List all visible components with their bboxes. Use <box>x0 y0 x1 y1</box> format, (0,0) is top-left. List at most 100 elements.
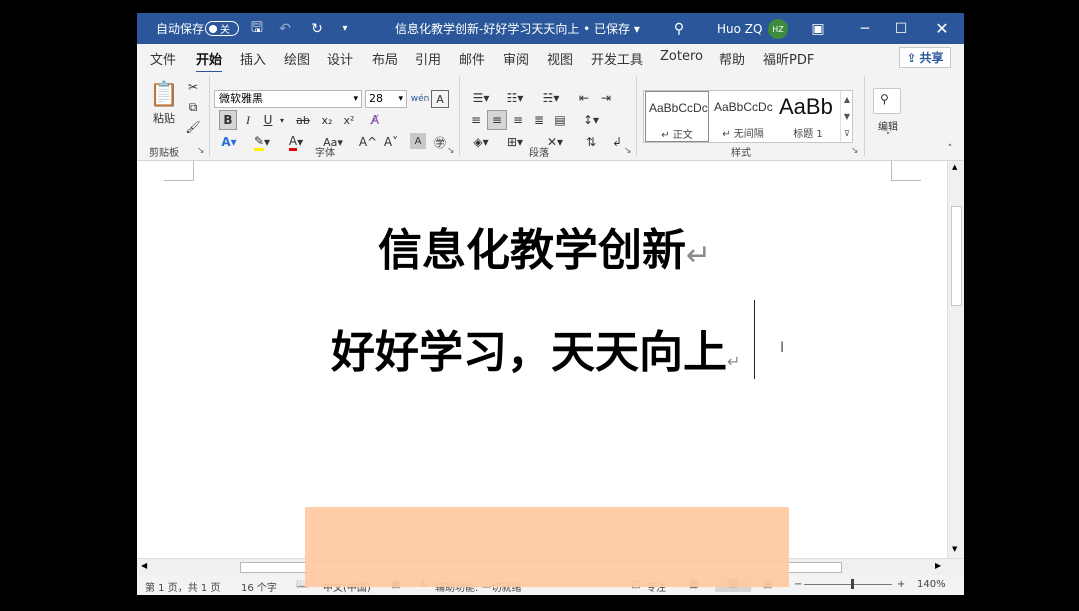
font-size-select[interactable]: 28 ▾ <box>365 90 407 108</box>
char-shading-icon[interactable]: A <box>410 133 426 149</box>
style-heading-1[interactable]: AaBb 标题 1 <box>776 91 840 142</box>
bullets-icon[interactable]: ☰▾ <box>467 88 495 108</box>
tab-help[interactable]: 帮助 <box>719 49 745 68</box>
font-launcher-icon[interactable]: ↘ <box>447 146 455 156</box>
vertical-scroll-thumb[interactable] <box>951 206 962 306</box>
quick-access-dropdown-icon[interactable]: ▾ <box>336 13 354 44</box>
divider <box>209 76 210 156</box>
tab-layout[interactable]: 布局 <box>372 49 398 68</box>
text-effects-icon[interactable]: A▾ <box>217 132 241 152</box>
tab-developer[interactable]: 开发工具 <box>591 49 643 68</box>
align-right-icon[interactable]: ≡ <box>509 110 527 130</box>
editing-label[interactable]: 编辑 <box>873 118 903 133</box>
font-group-label: 字体 <box>315 148 335 159</box>
decrease-indent-icon[interactable]: ⇤ <box>575 88 593 108</box>
char-border-icon[interactable]: A <box>431 90 449 108</box>
tab-draw[interactable]: 绘图 <box>284 49 310 68</box>
clear-formatting-icon[interactable]: A̸ <box>365 110 385 130</box>
scroll-up-icon[interactable]: ▲ <box>952 163 957 171</box>
search-button[interactable]: ⚲ <box>873 88 901 114</box>
underline-dropdown-icon[interactable]: ▾ <box>277 110 287 130</box>
line-spacing-icon[interactable]: ↕▾ <box>577 110 605 130</box>
phonetic-guide-icon[interactable]: wén <box>411 89 430 109</box>
strikethrough-button[interactable]: ab <box>292 110 314 130</box>
autosave-toggle[interactable]: 关 <box>205 21 239 36</box>
borders-icon[interactable]: ⊞▾ <box>501 132 529 152</box>
share-button[interactable]: ⇪ 共享 <box>899 47 951 68</box>
scroll-right-icon[interactable]: ▶ <box>935 561 941 570</box>
paragraph-launcher-icon[interactable]: ↘ <box>624 146 632 156</box>
font-name-select[interactable]: 微软雅黑 ▾ <box>214 90 362 108</box>
shading-icon[interactable]: ◈▾ <box>467 132 495 152</box>
vertical-scrollbar[interactable]: ▲ ▼ <box>947 161 964 558</box>
tab-zotero[interactable]: Zotero <box>660 49 703 64</box>
zoom-slider[interactable] <box>804 584 892 585</box>
align-center-icon[interactable]: ≡ <box>487 110 507 130</box>
style-normal[interactable]: AaBbCcDc ↵ 正文 <box>645 91 709 142</box>
autosave-label: 自动保存 <box>156 22 205 36</box>
undo-icon[interactable]: ↶ <box>276 13 294 44</box>
search-icon[interactable]: ⚲ <box>670 13 688 44</box>
scroll-left-icon[interactable]: ◀ <box>141 561 147 570</box>
grow-font-button[interactable]: A^ <box>359 132 377 152</box>
style-no-spacing[interactable]: AaBbCcDc ↵ 无间隔 <box>711 91 775 142</box>
tab-mailings[interactable]: 邮件 <box>459 49 485 68</box>
tab-review[interactable]: 审阅 <box>503 49 529 68</box>
ribbon-display-icon[interactable]: ▣ <box>809 13 827 44</box>
justify-icon[interactable]: ≣ <box>530 110 548 130</box>
avatar[interactable]: HZ <box>768 19 788 39</box>
tab-design[interactable]: 设计 <box>327 49 353 68</box>
document-title[interactable]: 信息化教学创新-好好学习天天向上 • 已保存 ▾ <box>395 13 640 44</box>
document-heading[interactable]: 信息化教学创新↵ <box>378 214 711 278</box>
copy-icon[interactable]: ⧉ <box>185 99 201 115</box>
tab-insert[interactable]: 插入 <box>240 49 266 68</box>
scroll-down-icon[interactable]: ▼ <box>952 545 957 553</box>
zoom-level[interactable]: 140% <box>917 579 946 590</box>
zoom-out-icon[interactable]: − <box>794 579 802 590</box>
document-subtitle[interactable]: 好好学习，天天向上↵ <box>331 316 740 380</box>
zoom-in-icon[interactable]: + <box>897 579 905 590</box>
collapse-ribbon-icon[interactable]: ˄ <box>943 144 957 154</box>
paragraph-mark: ↵ <box>686 238 712 273</box>
numbering-icon[interactable]: ☷▾ <box>501 88 529 108</box>
close-icon[interactable]: ✕ <box>933 13 951 44</box>
styles-group-label: 样式 <box>731 148 751 159</box>
distributed-icon[interactable]: ▤ <box>551 110 569 130</box>
save-icon[interactable]: 🖫 <box>248 13 266 44</box>
tab-view[interactable]: 视图 <box>547 49 573 68</box>
font-color-icon[interactable]: A ▾ <box>284 132 308 152</box>
tab-references[interactable]: 引用 <box>415 49 441 68</box>
clipboard-launcher-icon[interactable]: ↘ <box>197 146 205 156</box>
word-count[interactable]: 16 个字 <box>241 579 277 594</box>
paste-label[interactable]: 粘贴 <box>149 110 179 126</box>
text-cursor <box>754 300 755 379</box>
editing-dropdown-icon[interactable]: ˅ <box>882 132 894 142</box>
superscript-button[interactable]: x² <box>339 110 359 130</box>
document-canvas[interactable]: 信息化教学创新↵ 好好学习，天天向上↵ ▲ ▼ <box>137 161 964 558</box>
multilevel-list-icon[interactable]: ☵▾ <box>537 88 565 108</box>
align-left-icon[interactable]: ≡ <box>467 110 485 130</box>
bold-button[interactable]: B <box>219 110 237 130</box>
zoom-slider-thumb[interactable] <box>851 579 854 589</box>
maximize-icon[interactable]: ☐ <box>892 13 910 44</box>
tab-foxit-pdf[interactable]: 福昕PDF <box>763 49 814 68</box>
divider <box>459 76 460 156</box>
format-painter-icon[interactable]: 🖌 <box>185 119 201 135</box>
italic-button[interactable]: I <box>239 110 257 130</box>
shrink-font-button[interactable]: A˅ <box>382 132 400 152</box>
cut-icon[interactable]: ✂ <box>185 79 201 95</box>
highlight-icon[interactable]: ✎ ▾ <box>250 132 274 152</box>
subscript-button[interactable]: x₂ <box>317 110 337 130</box>
styles-scroll-buttons[interactable]: ▲ ▼ ⊽ <box>840 91 853 142</box>
minimize-icon[interactable]: ─ <box>856 13 874 44</box>
page-count[interactable]: 第 1 页，共 1 页 <box>145 579 220 594</box>
user-name[interactable]: Huo ZQ <box>717 13 762 44</box>
increase-indent-icon[interactable]: ⇥ <box>597 88 615 108</box>
tab-file[interactable]: 文件 <box>150 49 176 68</box>
redo-icon[interactable]: ↻ <box>308 13 326 44</box>
tab-home[interactable]: 开始 <box>196 49 223 73</box>
underline-button[interactable]: U <box>259 110 277 130</box>
sort-icon[interactable]: ⇅ <box>581 132 601 152</box>
styles-launcher-icon[interactable]: ↘ <box>851 146 859 156</box>
paste-icon[interactable]: 📋 <box>149 78 179 110</box>
